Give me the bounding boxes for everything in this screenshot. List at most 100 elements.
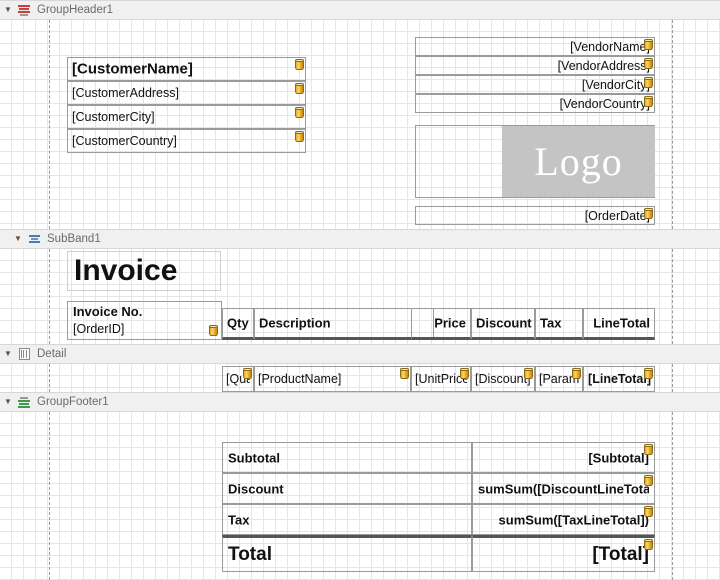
database-field-icon (644, 539, 653, 550)
field-customer-name[interactable]: [CustomerName] (67, 57, 306, 81)
footer-value-subtotal[interactable]: [Subtotal] (472, 442, 655, 473)
right-margin-guide (672, 20, 673, 229)
logo-text: Logo (534, 138, 622, 185)
detail-cell-discount[interactable]: [Discount] (471, 366, 535, 392)
field-customer-address-text: [CustomerAddress] (72, 86, 301, 100)
table-header-price[interactable]: Price (411, 308, 471, 340)
left-margin-guide (49, 249, 50, 344)
right-margin-guide (672, 249, 673, 344)
footer-label-discount-text: Discount (228, 481, 466, 496)
band-area-subband1: Invoice Invoice No. [OrderID] Qty Descri… (0, 249, 720, 344)
table-header-tax-label: Tax (540, 316, 578, 331)
detail-cell-linetotal[interactable]: [LineTotal] (583, 366, 655, 392)
database-field-icon (524, 368, 533, 379)
invoice-title-text: Invoice (74, 254, 216, 288)
footer-value-discount[interactable]: sumSum([DiscountLineTotal]) (472, 473, 655, 504)
footer-value-discount-text: sumSum([DiscountLineTotal]) (478, 481, 649, 496)
left-margin-guide (49, 20, 50, 229)
database-field-icon (644, 368, 653, 379)
database-field-icon (644, 96, 653, 107)
field-customer-city[interactable]: [CustomerCity] (67, 105, 306, 129)
field-vendor-city-text: [VendorCity] (420, 78, 650, 92)
table-header-price-label: Price (416, 316, 466, 331)
detail-cell-qty[interactable]: [Quantity] (222, 366, 254, 392)
table-header-linetotal-label: LineTotal (588, 316, 650, 331)
database-field-icon (295, 59, 304, 70)
field-vendor-country-text: [VendorCountry] (420, 97, 650, 111)
band-header-groupfooter1[interactable]: ▼ GroupFooter1 (0, 392, 720, 412)
footer-label-subtotal[interactable]: Subtotal (222, 442, 472, 473)
field-vendor-address[interactable]: [VendorAddress] (415, 56, 655, 75)
left-margin-guide (49, 364, 50, 392)
field-vendor-name-text: [VendorName] (420, 40, 650, 54)
database-field-icon (644, 39, 653, 50)
footer-label-subtotal-text: Subtotal (228, 450, 466, 465)
database-field-icon (209, 325, 218, 336)
field-customer-country[interactable]: [CustomerCountry] (67, 129, 306, 153)
invoice-number-value: [OrderID] (73, 322, 124, 336)
band-label-subband1: SubBand1 (47, 233, 101, 245)
table-header-discount-label: Discount (476, 316, 530, 331)
detail-cell-description-text: [ProductName] (258, 372, 407, 386)
stripes-green-icon (16, 395, 32, 409)
footer-value-tax[interactable]: sumSum([TaxLineTotal]) (472, 504, 655, 535)
detail-cell-tax[interactable]: [Parameters.Tax] (535, 366, 583, 392)
field-order-date[interactable]: [OrderDate] (415, 206, 655, 225)
detail-cell-linetotal-text: [LineTotal] (587, 372, 651, 386)
detail-cell-price[interactable]: [UnitPrice] (411, 366, 471, 392)
band-header-subband1[interactable]: ▼ SubBand1 (0, 229, 720, 249)
invoice-number-box[interactable]: Invoice No. [OrderID] (67, 301, 222, 340)
field-vendor-city[interactable]: [VendorCity] (415, 75, 655, 94)
database-field-icon (644, 58, 653, 69)
table-header-qty-label: Qty (227, 316, 249, 331)
database-field-icon (400, 368, 409, 379)
field-vendor-address-text: [VendorAddress] (420, 59, 650, 73)
band-header-detail[interactable]: ▼ Detail (0, 344, 720, 364)
database-field-icon (295, 131, 304, 142)
database-field-icon (644, 475, 653, 486)
detail-cell-description[interactable]: [ProductName] (254, 366, 411, 392)
footer-label-total-text: Total (228, 544, 466, 566)
band-area-detail: [Quantity] [ProductName] [UnitPrice] [Di… (0, 364, 720, 392)
table-header-description[interactable]: Description (254, 308, 434, 340)
footer-label-total[interactable]: Total (222, 535, 472, 572)
database-field-icon (295, 107, 304, 118)
footer-value-total[interactable]: [Total] (472, 535, 655, 572)
database-field-icon (460, 368, 469, 379)
footer-label-tax[interactable]: Tax (222, 504, 472, 535)
field-customer-country-text: [CustomerCountry] (72, 134, 301, 148)
database-field-icon (644, 208, 653, 219)
logo-container[interactable]: Logo (415, 125, 655, 198)
band-expander-icon[interactable]: ▼ (0, 350, 16, 358)
invoice-title[interactable]: Invoice (67, 251, 221, 291)
database-field-icon (243, 368, 252, 379)
database-field-icon (644, 506, 653, 517)
table-header-linetotal[interactable]: LineTotal (583, 308, 655, 340)
field-vendor-name[interactable]: [VendorName] (415, 37, 655, 56)
database-field-icon (644, 444, 653, 455)
table-header-description-label: Description (259, 316, 429, 331)
right-margin-guide (672, 412, 673, 580)
left-margin-guide (49, 412, 50, 580)
band-area-groupheader1: [CustomerName] [CustomerAddress] [Custom… (0, 20, 720, 229)
footer-label-discount[interactable]: Discount (222, 473, 472, 504)
band-label-groupfooter1: GroupFooter1 (37, 396, 109, 408)
table-header-discount[interactable]: Discount (471, 308, 535, 340)
field-customer-address[interactable]: [CustomerAddress] (67, 81, 306, 105)
band-expander-icon[interactable]: ▼ (0, 6, 16, 14)
band-expander-icon[interactable]: ▼ (10, 235, 26, 243)
band-label-detail: Detail (37, 348, 66, 360)
table-header-tax[interactable]: Tax (535, 308, 583, 340)
report-designer-canvas: ▼ GroupHeader1 [CustomerName] [CustomerA… (0, 0, 720, 580)
band-header-groupheader1[interactable]: ▼ GroupHeader1 (0, 0, 720, 20)
right-margin-guide (672, 364, 673, 392)
band-expander-icon[interactable]: ▼ (0, 398, 16, 406)
field-vendor-country[interactable]: [VendorCountry] (415, 94, 655, 113)
field-order-date-text: [OrderDate] (420, 209, 650, 223)
footer-value-tax-text: sumSum([TaxLineTotal]) (478, 512, 649, 527)
band-area-groupfooter1: Subtotal [Subtotal] Discount sumSum([Dis… (0, 412, 720, 580)
detail-band-icon (16, 347, 32, 361)
database-field-icon (295, 83, 304, 94)
table-header-qty[interactable]: Qty (222, 308, 254, 340)
logo-image[interactable]: Logo (502, 126, 655, 197)
